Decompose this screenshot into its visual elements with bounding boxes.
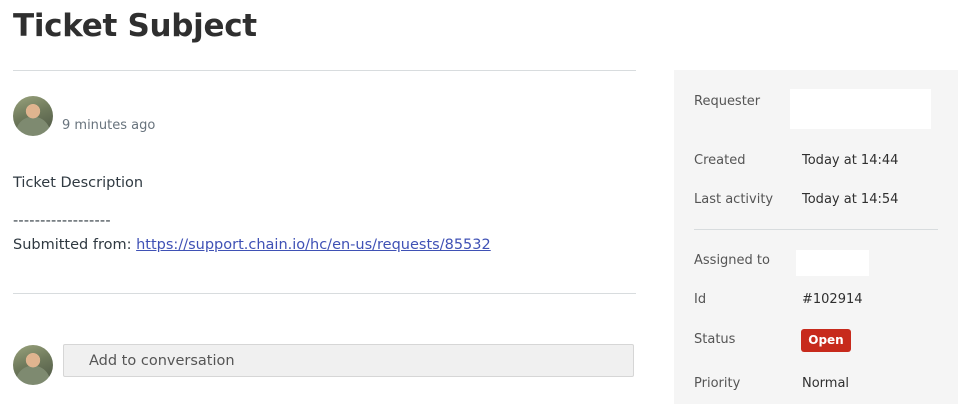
status-badge: Open: [801, 329, 851, 352]
requester-avatar: [13, 96, 53, 136]
created-label: Created: [694, 153, 746, 168]
divider: [13, 70, 636, 71]
submitted-from-link[interactable]: https://support.chain.io/hc/en-us/reques…: [136, 237, 491, 253]
priority-value: Normal: [802, 376, 850, 391]
requester-label: Requester: [694, 94, 761, 109]
id-value: #102914: [802, 292, 863, 307]
assigned-to-label: Assigned to: [694, 253, 770, 268]
add-to-conversation-input[interactable]: Add to conversation: [63, 344, 634, 377]
comment-time-ago: 9 minutes ago: [62, 118, 156, 133]
submitted-from-line: Submitted from: https://support.chain.io…: [13, 237, 491, 253]
status-label: Status: [694, 332, 736, 347]
submitted-from-label: Submitted from:: [13, 237, 137, 253]
assigned-to-value: [796, 250, 869, 276]
last-activity-value: Today at 14:54: [802, 192, 899, 207]
description-separator: ------------------: [13, 213, 111, 229]
current-user-avatar: [13, 345, 53, 385]
ticket-description: Ticket Description: [13, 175, 144, 191]
ticket-details-panel: Requester Created Today at 14:44 Last ac…: [674, 70, 958, 404]
details-divider: [694, 229, 938, 230]
priority-label: Priority: [694, 376, 741, 391]
last-activity-label: Last activity: [694, 192, 774, 207]
requester-value: [790, 89, 931, 129]
id-label: Id: [694, 292, 707, 307]
divider: [13, 293, 636, 294]
created-value: Today at 14:44: [802, 153, 899, 168]
ticket-subject: Ticket Subject: [13, 8, 257, 44]
